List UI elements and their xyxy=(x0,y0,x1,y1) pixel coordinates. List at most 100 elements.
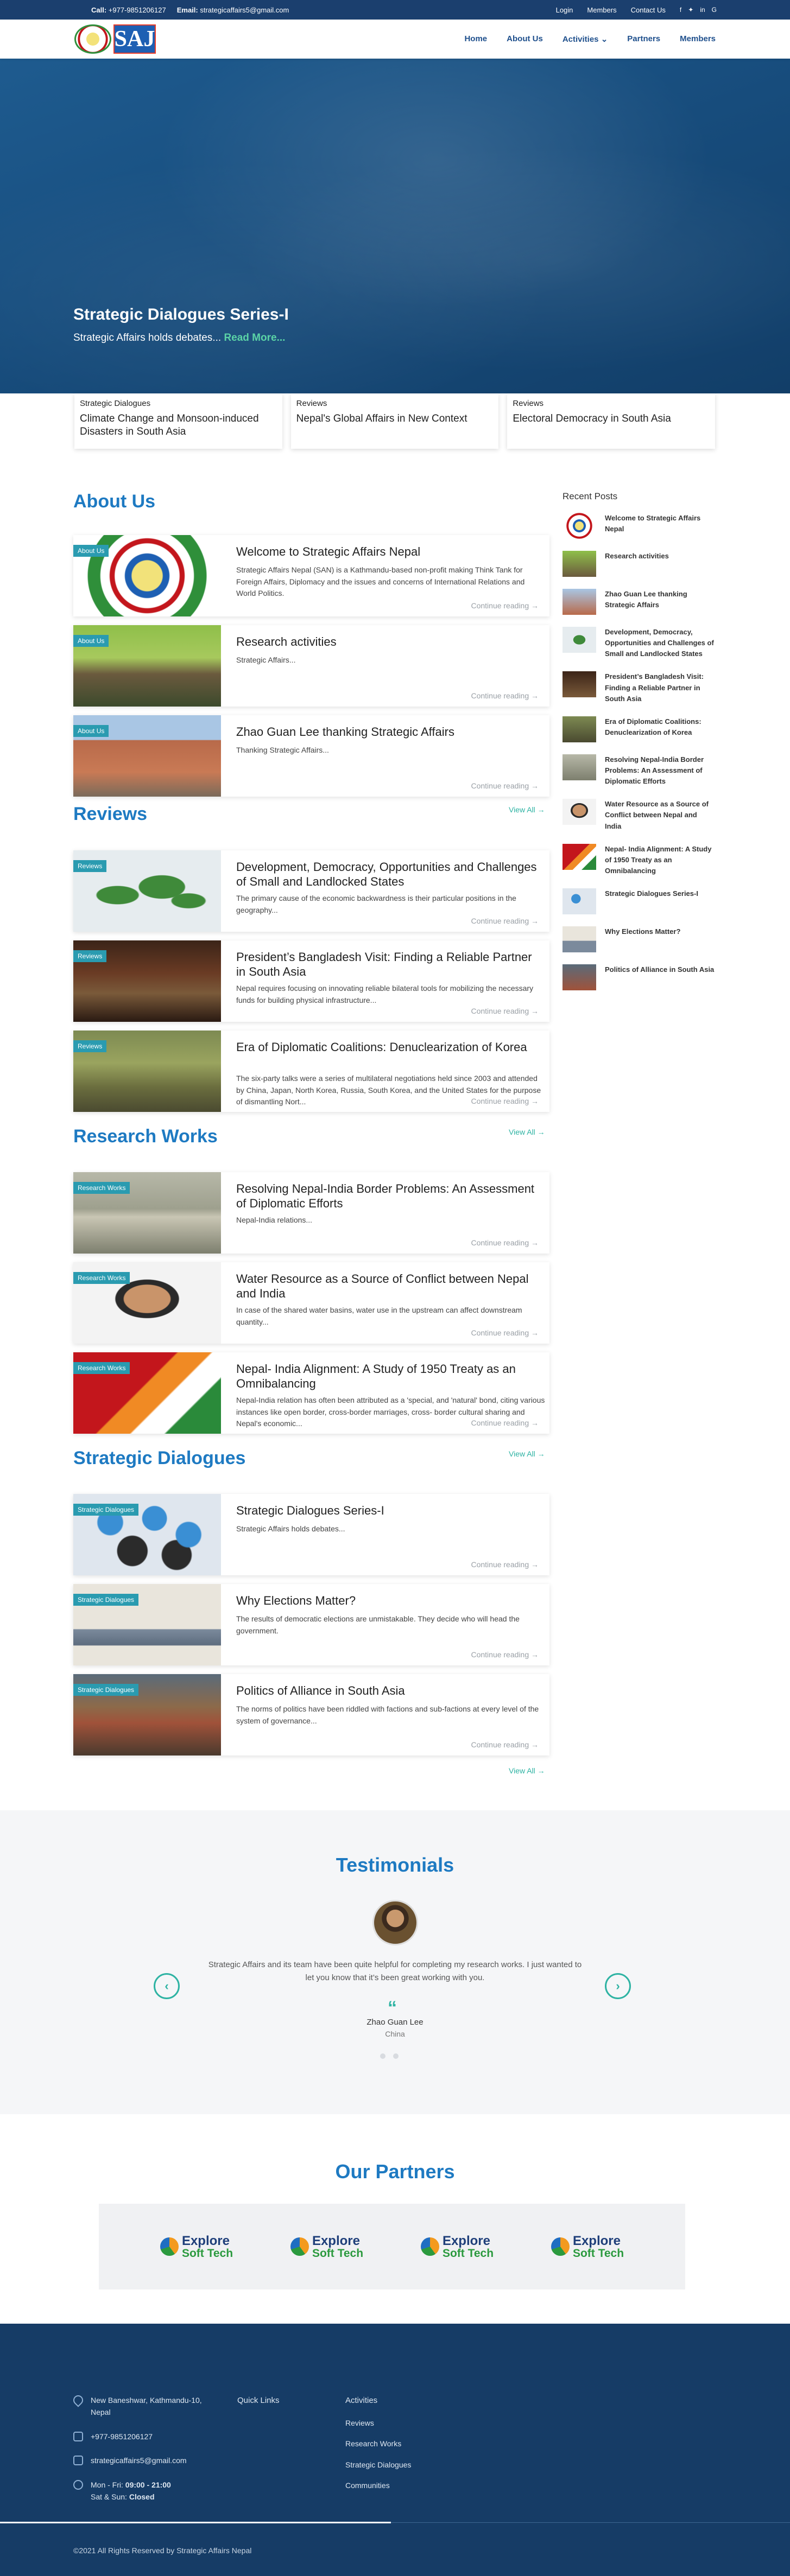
post-card[interactable]: About Us Zhao Guan Lee thanking Strategi… xyxy=(73,715,549,797)
continue-reading-link[interactable]: Continue reading → xyxy=(471,781,539,790)
post-title[interactable]: Research activities xyxy=(236,635,540,650)
post-title[interactable]: Development, Democracy, Opportunities an… xyxy=(236,860,540,889)
nav-activities[interactable]: Activities ⌄ xyxy=(563,34,608,44)
read-more-link[interactable]: Read More... xyxy=(224,332,285,344)
carousel-dot[interactable] xyxy=(393,2053,399,2059)
recent-post-title[interactable]: Welcome to Strategic Affairs Nepal xyxy=(605,513,715,535)
footer-link-research-works[interactable]: Research Works xyxy=(345,2438,411,2450)
google-icon[interactable]: G xyxy=(712,6,717,14)
category-badge[interactable]: Strategic Dialogues xyxy=(73,1594,139,1606)
recent-post-item[interactable]: Resolving Nepal-India Border Problems: A… xyxy=(563,754,715,787)
featured-title[interactable]: Climate Change and Monsoon-induced Disas… xyxy=(80,412,277,438)
recent-post-title[interactable]: Strategic Dialogues Series-I xyxy=(605,888,698,899)
continue-reading-link[interactable]: Continue reading → xyxy=(471,1328,539,1337)
continue-reading-link[interactable]: Continue reading → xyxy=(471,1560,539,1569)
recent-post-thumbnail[interactable] xyxy=(563,671,596,698)
partner-logo[interactable]: Explore Soft Tech xyxy=(290,2234,363,2259)
recent-post-item[interactable]: Era of Diplomatic Coalitions: Denucleari… xyxy=(563,716,715,742)
recent-post-title[interactable]: Research activities xyxy=(605,551,669,562)
post-title[interactable]: Era of Diplomatic Coalitions: Denucleari… xyxy=(236,1040,540,1055)
featured-card[interactable]: Strategic Dialogues Climate Change and M… xyxy=(74,393,282,449)
twitter-icon[interactable]: ✦ xyxy=(688,6,693,14)
category-badge[interactable]: About Us xyxy=(73,545,109,557)
recent-post-thumbnail[interactable] xyxy=(563,716,596,742)
featured-title[interactable]: Nepal's Global Affairs in New Context xyxy=(296,412,494,425)
linkedin-icon[interactable]: in xyxy=(700,6,705,14)
contact-us-link[interactable]: Contact Us xyxy=(631,6,666,14)
partner-logo[interactable]: Explore Soft Tech xyxy=(420,2234,494,2259)
nav-partners[interactable]: Partners xyxy=(627,34,660,44)
category-badge[interactable]: Reviews xyxy=(73,950,107,962)
category-badge[interactable]: Strategic Dialogues xyxy=(73,1504,139,1516)
post-card[interactable]: Strategic Dialogues Politics of Alliance… xyxy=(73,1674,549,1756)
recent-post-item[interactable]: Strategic Dialogues Series-I xyxy=(563,888,715,915)
category-badge[interactable]: Strategic Dialogues xyxy=(73,1684,139,1696)
recent-post-item[interactable]: Water Resource as a Source of Conflict b… xyxy=(563,799,715,831)
category-badge[interactable]: Reviews xyxy=(73,1040,107,1052)
recent-post-title[interactable]: Era of Diplomatic Coalitions: Denucleari… xyxy=(605,716,715,738)
recent-post-thumbnail[interactable] xyxy=(563,843,596,870)
next-arrow-icon[interactable]: › xyxy=(605,1973,631,1999)
continue-reading-link[interactable]: Continue reading → xyxy=(471,1238,539,1247)
recent-post-thumbnail[interactable] xyxy=(563,589,596,615)
featured-title[interactable]: Electoral Democracy in South Asia xyxy=(513,412,710,425)
post-card[interactable]: Research Works Resolving Nepal-India Bor… xyxy=(73,1172,549,1254)
post-title[interactable]: Welcome to Strategic Affairs Nepal xyxy=(236,545,540,559)
view-all-about-link[interactable]: View All → xyxy=(509,805,545,814)
view-all-dialogues-link[interactable]: View All → xyxy=(509,1766,545,1775)
recent-post-thumbnail[interactable] xyxy=(563,627,596,653)
recent-post-title[interactable]: Development, Democracy, Opportunities an… xyxy=(605,627,715,659)
post-title[interactable]: Resolving Nepal-India Border Problems: A… xyxy=(236,1182,540,1211)
recent-post-title[interactable]: Resolving Nepal-India Border Problems: A… xyxy=(605,754,715,787)
recent-post-title[interactable]: Politics of Alliance in South Asia xyxy=(605,964,714,975)
category-badge[interactable]: About Us xyxy=(73,725,109,737)
facebook-icon[interactable]: f xyxy=(680,6,681,14)
post-title[interactable]: President’s Bangladesh Visit: Finding a … xyxy=(236,950,540,979)
footer-email[interactable]: strategicaffairs5@gmail.com xyxy=(91,2454,187,2466)
post-card[interactable]: Reviews Development, Democracy, Opportun… xyxy=(73,850,549,932)
nav-home[interactable]: Home xyxy=(464,34,487,44)
category-badge[interactable]: Research Works xyxy=(73,1272,130,1284)
post-title[interactable]: Water Resource as a Source of Conflict b… xyxy=(236,1272,540,1301)
continue-reading-link[interactable]: Continue reading → xyxy=(471,1007,539,1015)
footer-link-strategic-dialogues[interactable]: Strategic Dialogues xyxy=(345,2459,411,2471)
recent-post-item[interactable]: Welcome to Strategic Affairs Nepal xyxy=(563,513,715,539)
recent-post-item[interactable]: Research activities xyxy=(563,551,715,577)
post-card[interactable]: Research Works Water Resource as a Sourc… xyxy=(73,1262,549,1344)
nav-members[interactable]: Members xyxy=(680,34,716,44)
prev-arrow-icon[interactable]: ‹ xyxy=(154,1973,180,1999)
continue-reading-link[interactable]: Continue reading → xyxy=(471,1740,539,1749)
category-badge[interactable]: Research Works xyxy=(73,1182,130,1194)
recent-post-title[interactable]: Water Resource as a Source of Conflict b… xyxy=(605,799,715,831)
continue-reading-link[interactable]: Continue reading → xyxy=(471,1419,539,1427)
recent-post-item[interactable]: Politics of Alliance in South Asia xyxy=(563,964,715,991)
continue-reading-link[interactable]: Continue reading → xyxy=(471,1097,539,1105)
continue-reading-link[interactable]: Continue reading → xyxy=(471,1650,539,1659)
site-logo[interactable]: SAJ xyxy=(74,24,156,54)
recent-post-thumbnail[interactable] xyxy=(563,926,596,953)
recent-post-thumbnail[interactable] xyxy=(563,551,596,577)
post-card[interactable]: Research Works Nepal- India Alignment: A… xyxy=(73,1352,549,1434)
recent-post-thumbnail[interactable] xyxy=(563,964,596,991)
category-badge[interactable]: About Us xyxy=(73,635,109,647)
recent-post-item[interactable]: Why Elections Matter? xyxy=(563,926,715,953)
recent-post-thumbnail[interactable] xyxy=(563,888,596,915)
post-card[interactable]: About Us Welcome to Strategic Affairs Ne… xyxy=(73,535,549,616)
partner-logo[interactable]: Explore Soft Tech xyxy=(551,2234,624,2259)
footer-phone[interactable]: +977-9851206127 xyxy=(91,2431,153,2443)
partner-logo[interactable]: Explore Soft Tech xyxy=(160,2234,233,2259)
recent-post-title[interactable]: Zhao Guan Lee thanking Strategic Affairs xyxy=(605,589,715,610)
recent-post-item[interactable]: President’s Bangladesh Visit: Finding a … xyxy=(563,671,715,704)
email-info[interactable]: Email: strategicaffairs5@gmail.com xyxy=(177,6,289,14)
recent-post-thumbnail[interactable] xyxy=(563,513,596,539)
continue-reading-link[interactable]: Continue reading → xyxy=(471,691,539,700)
login-link[interactable]: Login xyxy=(556,6,573,14)
post-card[interactable]: About Us Research activities Strategic A… xyxy=(73,625,549,707)
view-all-research-link[interactable]: View All → xyxy=(509,1449,545,1458)
post-title[interactable]: Politics of Alliance in South Asia xyxy=(236,1684,540,1699)
recent-post-title[interactable]: Nepal- India Alignment: A Study of 1950 … xyxy=(605,844,715,876)
featured-card[interactable]: Reviews Nepal's Global Affairs in New Co… xyxy=(290,393,499,449)
view-all-reviews-link[interactable]: View All → xyxy=(509,1128,545,1136)
post-card[interactable]: Strategic Dialogues Why Elections Matter… xyxy=(73,1584,549,1665)
footer-link-reviews[interactable]: Reviews xyxy=(345,2417,411,2429)
